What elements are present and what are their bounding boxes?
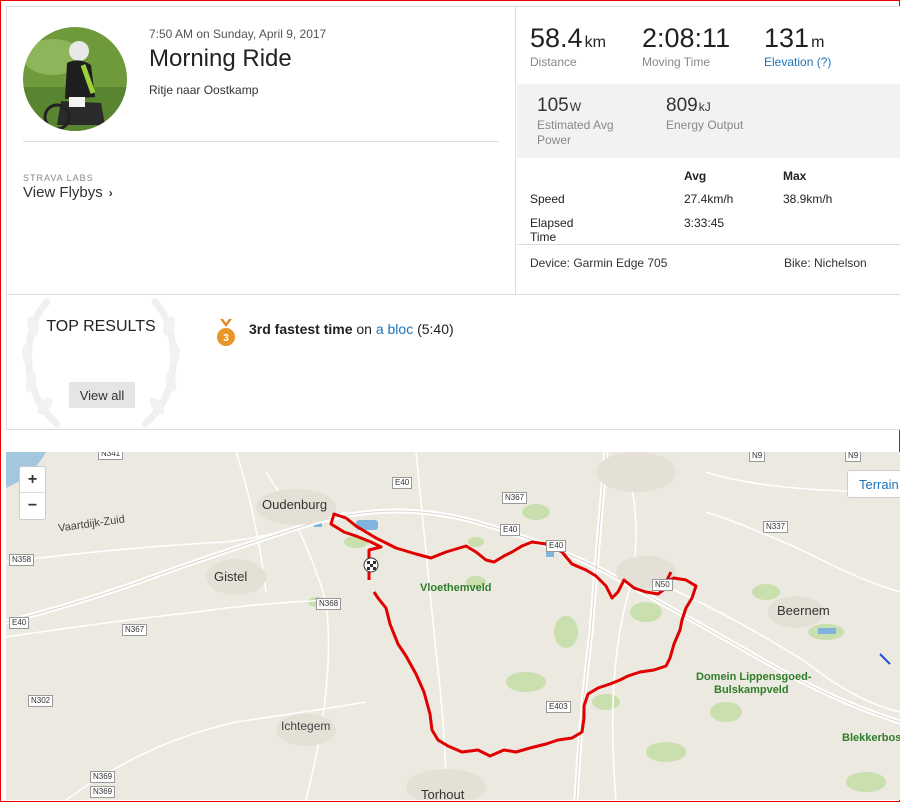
moving-time-label: Moving Time — [642, 55, 711, 69]
zoom-out-button[interactable]: − — [20, 493, 45, 519]
zoom-control: + − — [19, 466, 46, 520]
map-label-domein: Domein Lippensgoed- — [696, 671, 812, 683]
route-map[interactable]: Oudenburg Vaartdijk-Zuid Gistel Vloethem… — [6, 452, 900, 800]
elevation-stat: 131 m Elevation (?) — [764, 23, 831, 69]
distance-unit: km — [584, 34, 606, 51]
energy-unit: kJ — [698, 100, 711, 114]
map-label-torhout: Torhout — [421, 787, 465, 800]
power-stats-box: 105W Estimated Avg Power 809kJ Energy Ou… — [517, 84, 900, 158]
strava-labs-tag: STRAVA LABS — [23, 173, 94, 183]
elevation-unit: m — [811, 34, 825, 51]
map-label-ichtegem: Ichtegem — [281, 719, 331, 733]
bronze-medal-icon: 3 — [217, 319, 235, 346]
moving-time-value: 2:08:11 — [642, 23, 731, 53]
medal-rank: 3 — [223, 333, 229, 344]
power-value: 105 — [537, 95, 569, 116]
athlete-photo — [23, 27, 127, 131]
road-tag: N341 — [98, 452, 124, 460]
activity-card: 7:50 AM on Sunday, April 9, 2017 Morning… — [6, 6, 900, 430]
athlete-avatar[interactable] — [23, 27, 127, 131]
map-label-oudenburg: Oudenburg — [262, 497, 328, 512]
road-tag: N368 — [316, 598, 342, 610]
speed-label: Speed — [530, 192, 565, 206]
achievement-rank: 3rd fastest time — [249, 321, 353, 337]
view-flybys-label: View Flybys — [23, 184, 103, 201]
power-label: Estimated Avg Power — [537, 118, 614, 147]
energy-value: 809 — [666, 95, 698, 116]
activity-description: Ritje naar Oostkamp — [149, 83, 259, 97]
moving-time-stat: 2:08:11 Moving Time — [642, 23, 730, 69]
elapsed-time-value: 3:33:45 — [684, 216, 725, 230]
max-header: Max — [783, 169, 807, 183]
map-label-bulskampveld: Bulskampveld — [714, 684, 789, 696]
power-stat: 105W Estimated Avg Power — [537, 95, 637, 148]
road-tag: N369 — [90, 786, 116, 798]
road-tag: E40 — [500, 524, 521, 536]
activity-title: Morning Ride — [149, 45, 292, 72]
chevron-right-icon: › — [108, 186, 113, 200]
distance-label: Distance — [530, 55, 577, 69]
road-tag: E40 — [9, 617, 30, 629]
energy-stat: 809kJ Energy Output — [666, 95, 766, 133]
speed-avg: 27.4km/h — [684, 192, 734, 206]
terrain-button[interactable]: Terrain — [847, 470, 900, 498]
avg-header: Avg — [684, 169, 707, 183]
road-tag: N337 — [763, 521, 789, 533]
header-divider — [23, 141, 499, 142]
route-line — [329, 512, 698, 758]
road-tag: N50 — [652, 579, 673, 591]
achievement-on: on — [352, 321, 376, 337]
road-tag: E403 — [546, 701, 571, 713]
distance-stat: 58.4 km Distance — [530, 23, 606, 69]
achievement-time: (5:40) — [413, 321, 454, 337]
map-label-beernem: Beernem — [777, 603, 830, 618]
achievement-text: 3rd fastest time on a bloc (5:40) — [249, 321, 454, 337]
map-label-blekkerbos: Blekkerbos — [842, 732, 900, 744]
road-tag: N367 — [502, 492, 528, 504]
view-flybys-link[interactable]: View Flybys › — [23, 184, 113, 201]
power-unit: W — [569, 100, 582, 114]
energy-label: Energy Output — [666, 118, 744, 132]
speed-max: 38.9km/h — [783, 192, 833, 206]
activity-datetime: 7:50 AM on Sunday, April 9, 2017 — [149, 27, 327, 41]
road-tag: N358 — [9, 554, 35, 566]
road-tag: N369 — [90, 771, 116, 783]
device-info: Device: Garmin Edge 705 — [530, 256, 668, 270]
map-label-vloethemveld: Vloethemveld — [420, 582, 492, 594]
elevation-value: 131 — [764, 23, 810, 53]
distance-value: 58.4 — [530, 23, 583, 53]
results-divider — [7, 294, 900, 295]
top-results-title: TOP RESULTS — [46, 318, 156, 335]
view-all-button[interactable]: View all — [69, 382, 135, 408]
road-tag: E40 — [392, 477, 413, 489]
zoom-in-button[interactable]: + — [20, 467, 45, 493]
segment-link[interactable]: a bloc — [376, 321, 413, 337]
map-label-gistel: Gistel — [214, 569, 248, 584]
road-tag: N9 — [845, 452, 862, 462]
road-tag: E40 — [546, 540, 567, 552]
bike-info: Bike: Nichelson — [784, 256, 867, 270]
stats-divider — [517, 244, 900, 245]
road-tag: N302 — [28, 695, 54, 707]
road-tag: N367 — [122, 624, 148, 636]
stats-panel: 58.4 km Distance 2:08:11 Moving Time 131 m… — [515, 7, 900, 294]
road-tag: N9 — [749, 452, 766, 462]
elapsed-time-label: Elapsed Time — [530, 216, 574, 244]
elevation-help-link[interactable]: Elevation (?) — [764, 55, 831, 69]
